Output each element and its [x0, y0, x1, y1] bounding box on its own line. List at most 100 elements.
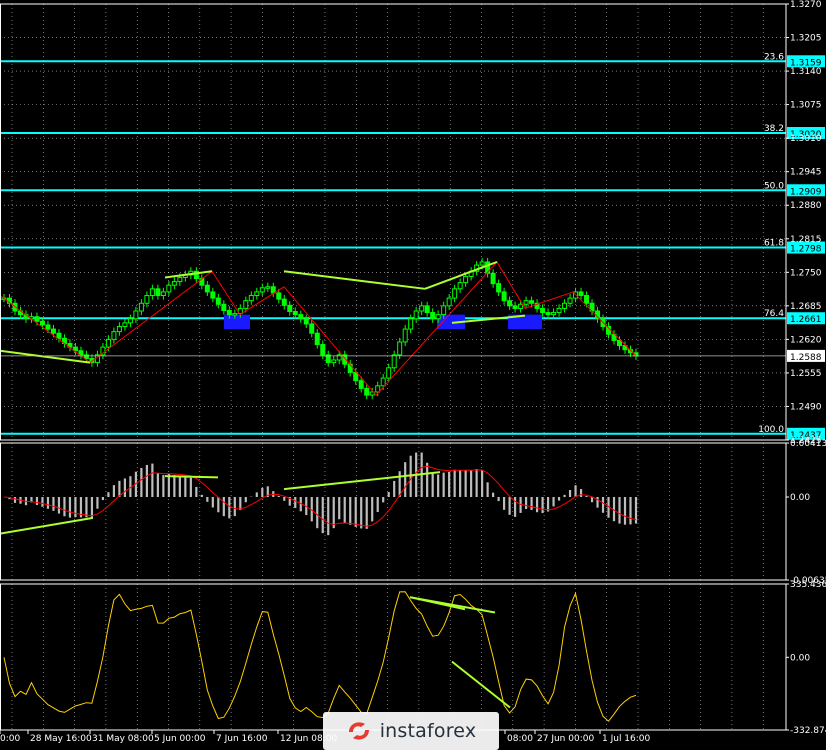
candle-body: [507, 300, 513, 307]
candle-body: [265, 286, 271, 289]
price-tick-label: 1.3140: [790, 67, 822, 77]
price-tick-label: 1.3205: [790, 34, 822, 44]
candle-body: [144, 295, 150, 304]
candle-body: [380, 377, 386, 387]
candle-body: [435, 314, 441, 320]
candle-body: [166, 284, 172, 293]
candle-body: [452, 288, 458, 299]
candle-body: [105, 338, 111, 348]
candle-body: [281, 298, 287, 306]
candle-body: [160, 291, 166, 297]
cci-polyline: [3, 591, 637, 722]
price-tick-label: 1.3010: [790, 134, 822, 144]
candle-body: [210, 291, 216, 299]
cci-trendline: [451, 660, 511, 709]
candle-body: [391, 354, 397, 369]
candle-body: [254, 291, 260, 297]
time-tick-label: 1 Jul 16:00: [602, 734, 651, 744]
candle-body: [496, 283, 502, 293]
time-tick-label: 7 Jun 16:00: [216, 734, 268, 744]
candle-body: [50, 328, 56, 334]
candle-body: [545, 312, 551, 316]
time-tick-label: 0:00: [0, 734, 20, 744]
cci-tick-label: 0.00: [790, 653, 810, 663]
macd-histogram: [8, 452, 638, 536]
candle-body: [111, 331, 117, 340]
candle-body: [551, 312, 557, 316]
price-tick-label: 1.2685: [790, 302, 822, 312]
fibo-price-label: 1.2798: [790, 245, 822, 255]
macd-signal-line: [3, 465, 637, 527]
candle-body: [287, 304, 293, 313]
cci-line: [3, 591, 637, 722]
candle-body: [523, 300, 529, 305]
candle-body: [34, 316, 40, 322]
candle-body: [567, 297, 573, 304]
candle-body: [292, 311, 298, 316]
time-tick-label: 08:00: [507, 734, 533, 744]
candle-body: [226, 309, 232, 316]
price-grid: [0, 3, 786, 441]
price-tick-label: 1.2815: [790, 235, 822, 245]
time-tick-label: 28 May 16:00: [30, 734, 92, 744]
candle-body: [243, 300, 249, 309]
candle-body: [149, 288, 155, 297]
macd-panel: 0.004130.00-0.00635: [0, 439, 826, 586]
candle-body: [116, 325, 122, 333]
cci-axis: 335.4369 0.00 -332.874: [786, 580, 826, 736]
cci-trendlines: [409, 596, 511, 709]
candle-body: [358, 380, 364, 389]
candle-body: [490, 272, 496, 285]
price-tick-label: 1.2620: [790, 335, 822, 345]
candle-body: [441, 305, 447, 316]
candle-body: [221, 303, 227, 311]
candle-body: [364, 387, 370, 396]
candle-body: [177, 276, 183, 283]
candle-body: [413, 310, 419, 320]
time-tick-label: 31 May 08:00: [92, 734, 154, 744]
candle-body: [518, 303, 524, 309]
instaforex-logo: instaforex: [323, 712, 499, 750]
candle-body: [204, 284, 210, 293]
cci-tick-label: -332.874: [790, 726, 826, 736]
candle-body: [122, 322, 128, 327]
price-trendline: [283, 270, 426, 290]
candle-body: [127, 318, 133, 324]
watermark-brand: instaforex: [379, 720, 477, 742]
panel-border: [0, 442, 787, 581]
candle-body: [578, 291, 584, 297]
candle-body: [138, 302, 144, 312]
fibonacci-levels: 23.61.315938.21.302050.01.290961.81.2798…: [0, 52, 825, 441]
candle-body: [298, 314, 304, 320]
macd-trendline: [0, 516, 94, 535]
price-panel: 23.61.315938.21.302050.01.290961.81.2798…: [0, 0, 825, 446]
price-tick-label: 1.2945: [790, 168, 822, 178]
candle-body: [45, 324, 51, 330]
candle-body: [331, 359, 337, 364]
cci-trendline: [409, 596, 466, 611]
candle-body: [309, 323, 315, 334]
candle-body: [303, 318, 309, 325]
cci-grid: [11, 584, 764, 730]
candle-body: [501, 291, 507, 302]
fibo-price-label: 1.2909: [790, 187, 822, 197]
candle-body: [171, 281, 177, 286]
candle-body: [259, 287, 265, 293]
candle-body: [276, 292, 282, 300]
macd-signal-polyline: [3, 465, 637, 527]
time-tick-label: 5 Jun 00:00: [154, 734, 206, 744]
candle-body: [479, 261, 485, 266]
fibo-ratio-label: 50.0: [764, 181, 784, 191]
candle-body: [402, 328, 408, 343]
fibo-ratio-label: 100.0: [758, 425, 784, 435]
candle-body: [232, 313, 238, 316]
candle-body: [408, 318, 414, 330]
price-tick-label: 1.2490: [790, 402, 822, 412]
macd-axis: 0.004130.00-0.00635: [786, 439, 826, 586]
candle-body: [155, 288, 161, 297]
candle-body: [512, 305, 518, 309]
candle-body: [540, 307, 546, 314]
time-tick-label: 27 Jun 00:00: [537, 734, 594, 744]
candle-body: [397, 341, 403, 356]
candle-body: [556, 307, 562, 314]
